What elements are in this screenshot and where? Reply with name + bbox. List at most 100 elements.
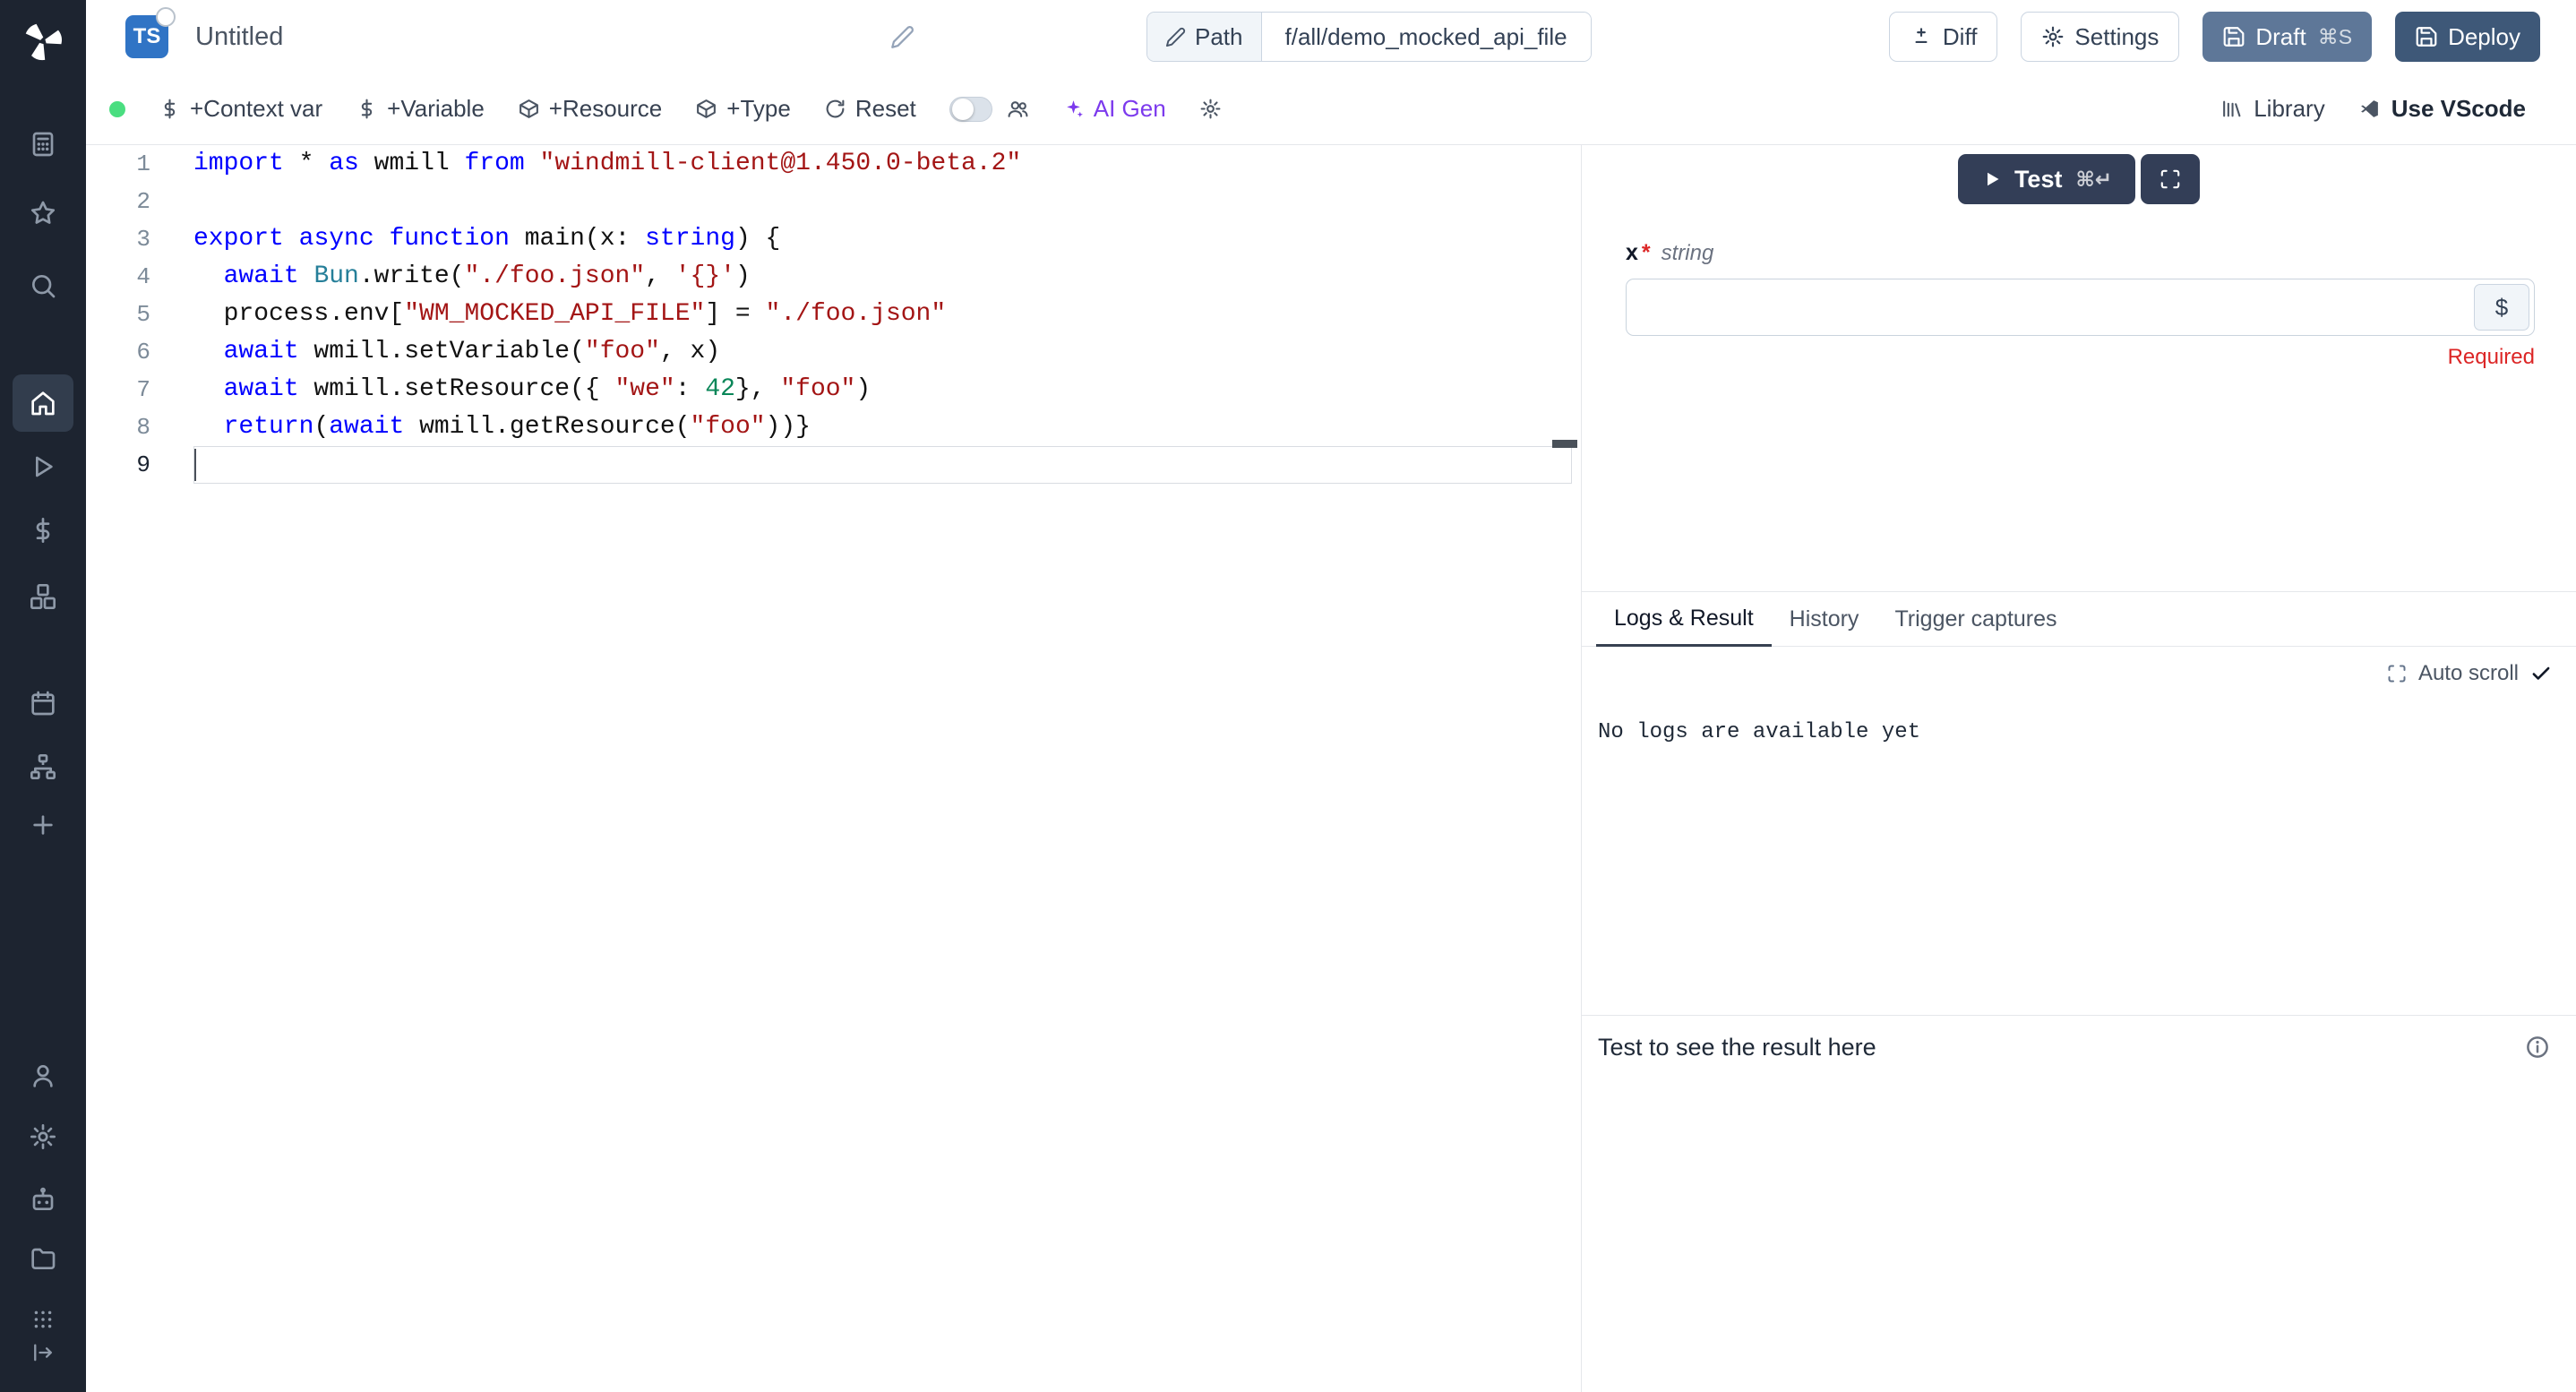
windmill-logo-icon[interactable] xyxy=(21,20,64,63)
dollar-icon xyxy=(159,98,181,120)
path-control[interactable]: Path f/all/demo_mocked_api_file xyxy=(1146,12,1592,62)
sidebar-item-resources[interactable] xyxy=(25,579,61,614)
run-panel: Test ⌘↵ x * string $ Required Logs & Res… xyxy=(1581,145,2576,1392)
multiplayer-toggle[interactable] xyxy=(949,97,992,122)
tab-logs-result[interactable]: Logs & Result xyxy=(1596,592,1772,647)
sidebar-item-variables[interactable] xyxy=(25,512,61,548)
sidebar-item-runs[interactable] xyxy=(25,449,61,485)
code-line[interactable]: 1import * as wmill from "windmill-client… xyxy=(86,145,1581,183)
plus-icon xyxy=(29,811,57,839)
sidebar-item-favorites[interactable] xyxy=(25,195,61,231)
add-context-var-button[interactable]: +Context var xyxy=(159,95,322,123)
sidebar-item-search[interactable] xyxy=(25,268,61,304)
badge-status-dot xyxy=(156,7,176,27)
gear-icon xyxy=(29,1122,57,1151)
code-line[interactable]: 6 await wmill.setVariable("foo", x) xyxy=(86,333,1581,371)
sidebar-item-settings[interactable] xyxy=(25,1119,61,1155)
code-line[interactable]: 7 await wmill.setResource({ "we": 42}, "… xyxy=(86,371,1581,408)
code-line[interactable]: 3export async function main(x: string) { xyxy=(86,220,1581,258)
test-button[interactable]: Test ⌘↵ xyxy=(1958,154,2135,204)
search-icon xyxy=(29,271,57,300)
language-badge-text: TS xyxy=(133,24,161,49)
draft-label: Draft xyxy=(2255,23,2306,51)
check-icon xyxy=(2529,662,2553,685)
line-number: 8 xyxy=(86,408,193,446)
scan-icon xyxy=(2159,168,2182,191)
diff-label: Diff xyxy=(1943,23,1978,51)
arg-x-input[interactable] xyxy=(1627,279,2534,335)
library-button[interactable]: Library xyxy=(2220,95,2324,123)
sidebar-item-menu[interactable] xyxy=(25,1302,61,1337)
path-label-text: Path xyxy=(1195,23,1243,51)
sidebar-item-workers[interactable] xyxy=(25,1181,61,1217)
line-number: 6 xyxy=(86,333,193,371)
ai-gen-label: AI Gen xyxy=(1094,95,1166,123)
sidebar-item-create[interactable] xyxy=(25,807,61,843)
code-line[interactable]: 2 xyxy=(86,183,1581,220)
calculator-icon xyxy=(29,130,57,159)
language-badge: TS xyxy=(125,15,168,58)
draft-shortcut: ⌘S xyxy=(2318,25,2352,49)
sparkles-icon xyxy=(1062,98,1085,120)
line-number: 7 xyxy=(86,371,193,408)
path-label[interactable]: Path xyxy=(1147,13,1262,61)
calendar-icon xyxy=(29,689,57,717)
sidebar-item-flows[interactable] xyxy=(25,749,61,785)
sidebar-expand[interactable] xyxy=(25,1335,61,1371)
edit-title-pencil-icon[interactable] xyxy=(890,25,914,49)
draft-button[interactable]: Draft ⌘S xyxy=(2202,12,2372,62)
dollar-icon xyxy=(356,98,378,120)
logs-empty-message: No logs are available yet xyxy=(1598,720,1920,744)
line-number: 4 xyxy=(86,258,193,296)
sidebar-item-account[interactable] xyxy=(25,1058,61,1094)
info-icon[interactable] xyxy=(2524,1034,2551,1061)
add-variable-button[interactable]: +Variable xyxy=(356,95,485,123)
sidebar-item-home[interactable] xyxy=(13,374,73,432)
script-title[interactable]: Untitled xyxy=(195,0,283,73)
sidebar-item-apps[interactable] xyxy=(25,126,61,162)
logs-pane: Auto scroll No logs are available yet xyxy=(1582,647,2576,1015)
test-fullscreen-button[interactable] xyxy=(2141,154,2200,204)
reset-button[interactable]: Reset xyxy=(824,95,916,123)
add-type-button[interactable]: +Type xyxy=(695,95,791,123)
code-line[interactable]: 5 process.env["WM_MOCKED_API_FILE"] = ".… xyxy=(86,296,1581,333)
tab-history[interactable]: History xyxy=(1772,592,1877,646)
library-icon xyxy=(2220,98,2243,120)
sidebar xyxy=(0,0,86,1392)
code-line[interactable]: 9 xyxy=(86,446,1581,484)
path-pencil-icon xyxy=(1165,27,1186,47)
sync-status-dot xyxy=(109,101,125,117)
test-controls: Test ⌘↵ xyxy=(1582,154,2576,204)
refresh-icon xyxy=(824,98,846,120)
tab-trigger-captures[interactable]: Trigger captures xyxy=(1876,592,2074,646)
home-icon xyxy=(29,389,57,417)
line-number: 5 xyxy=(86,296,193,333)
code-editor[interactable]: 1import * as wmill from "windmill-client… xyxy=(86,145,1581,1392)
auto-scroll-control[interactable]: Auto scroll xyxy=(2386,661,2553,686)
deploy-button[interactable]: Deploy xyxy=(2395,12,2540,62)
code-line[interactable]: 8 return(await wmill.getResource("foo"))… xyxy=(86,408,1581,446)
expand-icon xyxy=(2386,663,2408,684)
result-pane: Test to see the result here xyxy=(1582,1015,2576,1392)
path-value[interactable]: f/all/demo_mocked_api_file xyxy=(1262,13,1591,61)
diff-button[interactable]: Diff xyxy=(1889,12,1998,62)
user-icon xyxy=(29,1061,57,1090)
star-icon xyxy=(29,199,57,228)
use-vscode-label: Use VScode xyxy=(2391,95,2526,123)
variable-picker-button[interactable]: $ xyxy=(2474,284,2529,331)
package-icon xyxy=(518,98,540,120)
sidebar-item-folders[interactable] xyxy=(25,1241,61,1276)
editor-settings-button[interactable] xyxy=(1199,98,1222,120)
users-icon xyxy=(1007,98,1029,120)
add-resource-button[interactable]: +Resource xyxy=(518,95,662,123)
required-asterisk: * xyxy=(1642,240,1651,266)
use-vscode-button[interactable]: Use VScode xyxy=(2358,95,2526,123)
windmill-script-editor: TS Untitled Path f/all/demo_mocked_api_f… xyxy=(0,0,2576,1392)
topbar: TS Untitled Path f/all/demo_mocked_api_f… xyxy=(86,0,2576,73)
sidebar-item-schedules[interactable] xyxy=(25,685,61,721)
code-line[interactable]: 4 await Bun.write("./foo.json", '{}') xyxy=(86,258,1581,296)
settings-button[interactable]: Settings xyxy=(2021,12,2179,62)
gear-icon xyxy=(2041,25,2065,48)
code-lines: 1import * as wmill from "windmill-client… xyxy=(86,145,1581,484)
ai-gen-button[interactable]: AI Gen xyxy=(1062,95,1166,123)
